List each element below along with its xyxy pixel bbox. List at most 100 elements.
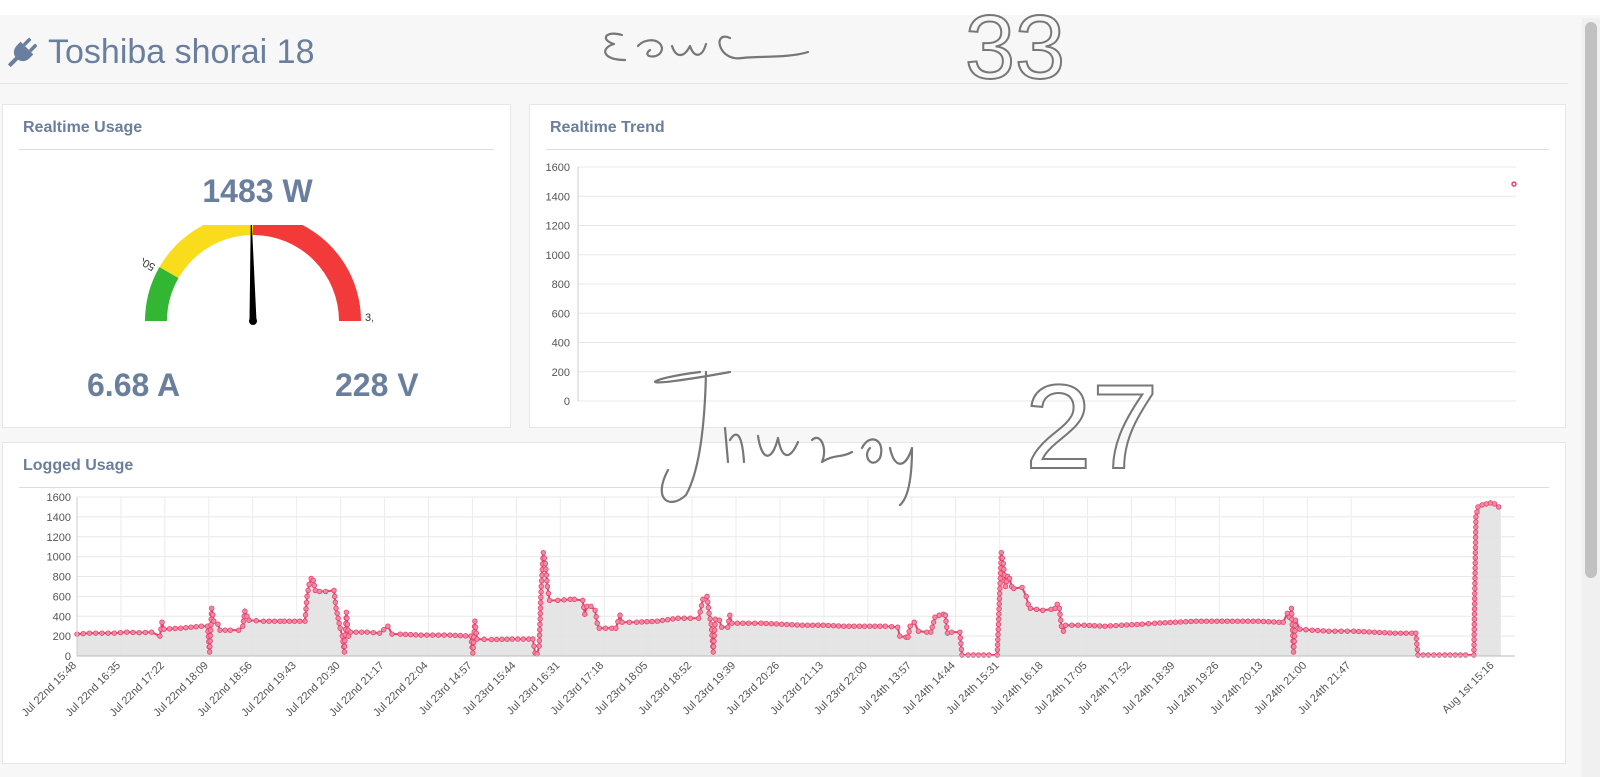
logged-point [664, 617, 671, 623]
logged-point [402, 631, 409, 638]
top-strip [0, 0, 1600, 15]
logged-point [1471, 626, 1477, 633]
logged-point [92, 630, 99, 636]
logged-point [429, 632, 436, 638]
realtime-trend-panel: Realtime Trend 1600 1400 1200 1000 800 600 400… [529, 104, 1566, 428]
logged-point [111, 630, 118, 636]
logged-y-tick-label: 800 [53, 572, 71, 584]
logged-point [1203, 618, 1210, 624]
scroll-thumb[interactable] [1585, 22, 1597, 578]
logged-point [538, 589, 544, 595]
logged-point [1289, 611, 1295, 617]
logged-point [911, 619, 917, 625]
logged-point [493, 636, 500, 643]
logged-point [488, 636, 495, 643]
logged-point [1139, 621, 1145, 627]
logged-point [1255, 618, 1262, 624]
logged-point [1303, 626, 1309, 633]
logged-point [820, 622, 826, 628]
logged-point [1350, 628, 1357, 634]
logged-point [706, 610, 712, 616]
logged-point [602, 625, 609, 631]
logged-point [215, 621, 221, 627]
logged-point [193, 623, 199, 630]
logged-point [1309, 627, 1315, 633]
logged-point [1240, 618, 1246, 624]
logged-point [700, 596, 706, 603]
logged-point [958, 646, 965, 652]
logged-point [105, 630, 111, 636]
logged-point [1234, 618, 1241, 624]
logged-point [397, 631, 404, 637]
page-header: Toshiba shorai 18 [0, 22, 1568, 84]
logged-point [654, 618, 660, 624]
page-title: Toshiba shorai 18 [48, 33, 315, 71]
page-scrollbar[interactable] [1582, 18, 1600, 777]
logged-point [207, 632, 214, 639]
logged-point [915, 628, 922, 634]
logged-point [452, 632, 458, 639]
logged-point [698, 602, 705, 609]
logged-point [994, 647, 1001, 653]
logged-point [335, 615, 341, 621]
logged-point [649, 618, 655, 625]
logged-point [1134, 621, 1140, 628]
logged-point [1124, 622, 1130, 628]
logged-point [515, 636, 521, 642]
trend-point [1511, 181, 1517, 187]
logged-point [1472, 585, 1478, 592]
logged-point [370, 629, 377, 636]
logged-point [751, 620, 758, 626]
logged-point [304, 593, 310, 600]
realtime-usage-title: Realtime Usage [23, 119, 143, 136]
logged-point [542, 560, 549, 567]
logged-point [1414, 646, 1421, 653]
logged-point [958, 640, 964, 647]
logged-point [626, 619, 633, 625]
logged-y-tick-label: 600 [53, 591, 71, 603]
logged-point [331, 593, 338, 600]
logged-point [959, 652, 965, 658]
logged-point [981, 652, 987, 658]
logged-point [240, 623, 246, 629]
logged-point [1091, 622, 1098, 629]
gauge-band-1 [159, 225, 253, 278]
logged-usage-panel: Logged Usage 1600 1400 1200 1000 800 600 400 20… [2, 442, 1566, 764]
logged-point [841, 623, 847, 629]
logged-point [1452, 652, 1458, 658]
logged-usage-title: Logged Usage [23, 457, 134, 474]
logged-point [930, 619, 937, 625]
logged-point [1471, 621, 1478, 628]
logged-point [1224, 618, 1230, 624]
logged-point [1403, 630, 1409, 636]
logged-point [1060, 628, 1067, 634]
logged-point [1129, 621, 1135, 628]
logged-point [1472, 549, 1479, 556]
logged-point [260, 618, 267, 624]
logged-point [596, 625, 602, 631]
logged-point [1001, 566, 1007, 572]
logged-point [681, 615, 687, 621]
gauge-needle [249, 225, 257, 322]
logged-point [1414, 641, 1420, 647]
logged-point [303, 599, 310, 606]
logged-point [303, 606, 309, 612]
logged-point [999, 555, 1006, 561]
logged-point [316, 588, 323, 595]
logged-point [1326, 628, 1332, 634]
logged-point [835, 623, 842, 629]
logged-point [1413, 635, 1420, 642]
logged-point [1457, 652, 1464, 658]
logged-point [1118, 622, 1125, 628]
logged-point [617, 612, 623, 618]
logged-point [344, 621, 351, 627]
logged-point [561, 597, 567, 603]
logged-point [177, 625, 184, 631]
logged-point [253, 618, 259, 624]
gauge-tick-label: 3,000 [365, 312, 373, 324]
logged-point [537, 621, 543, 628]
power-gauge: 5001,5003,000 [143, 225, 373, 325]
logged-point [711, 638, 717, 644]
logged-point [336, 620, 342, 626]
logged-point [997, 580, 1003, 587]
